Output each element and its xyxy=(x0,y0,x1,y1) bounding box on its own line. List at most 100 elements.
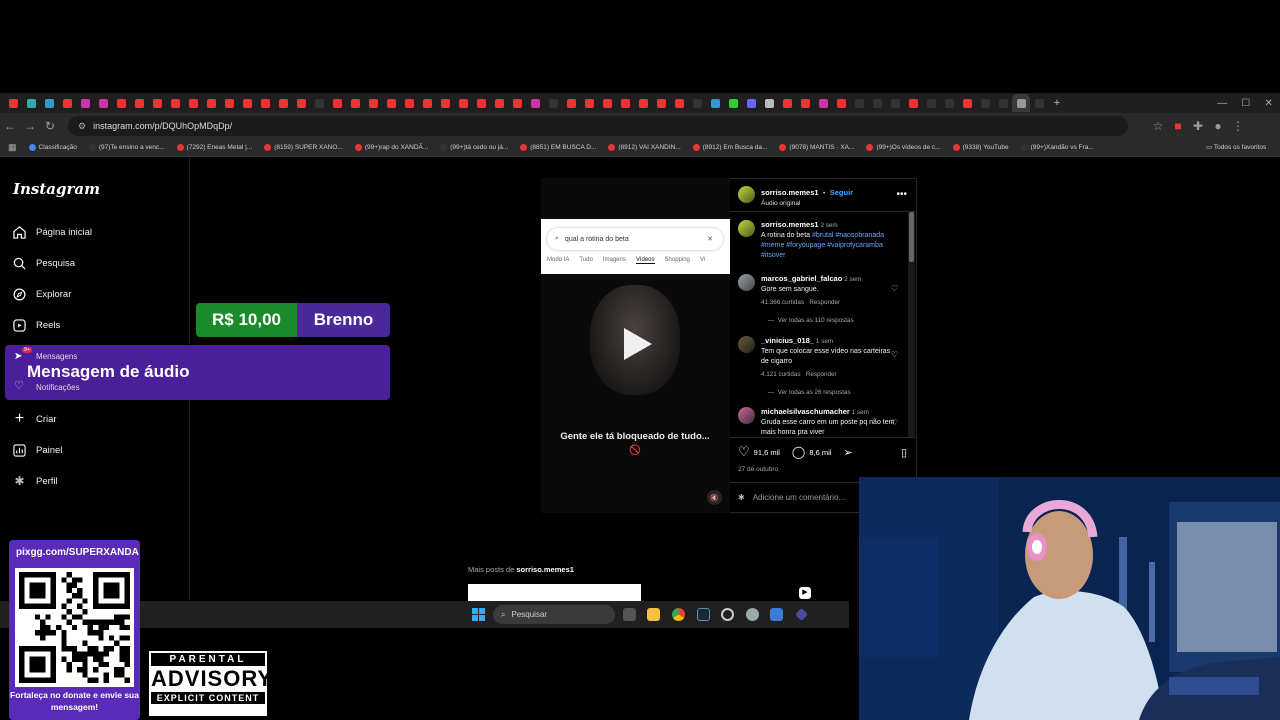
browser-tab[interactable] xyxy=(22,94,40,112)
avatar[interactable] xyxy=(738,407,755,424)
bookmark-item[interactable]: (8912) VAI XANDIN... xyxy=(608,144,681,151)
new-tab-button[interactable]: + xyxy=(1048,94,1066,112)
share-icon[interactable]: ➢ xyxy=(843,446,852,459)
browser-tab[interactable] xyxy=(1030,94,1048,112)
messages-icon[interactable]: ➤ xyxy=(14,351,22,362)
comment-username[interactable]: marcos_gabriel_falcao xyxy=(761,274,842,283)
bookmark-item[interactable]: (99+)rap do XANDÃ... xyxy=(354,144,428,151)
bookmark-item[interactable]: (8851) EM BUSCA D... xyxy=(520,144,596,151)
chrome-icon[interactable] xyxy=(672,608,685,621)
heart-icon[interactable]: ♡ xyxy=(891,418,898,427)
browser-tab[interactable] xyxy=(94,94,112,112)
browser-tab[interactable] xyxy=(796,94,814,112)
browser-tab[interactable] xyxy=(418,94,436,112)
heart-icon[interactable]: ♡ xyxy=(14,379,24,392)
browser-tab[interactable] xyxy=(922,94,940,112)
bookmark-item[interactable]: (8912) Em Busca da... xyxy=(692,144,767,151)
nav-create[interactable]: + Criar xyxy=(12,410,57,428)
app-icon[interactable] xyxy=(770,608,783,621)
browser-tab[interactable] xyxy=(526,94,544,112)
comment-icon[interactable]: ◯ xyxy=(792,445,805,459)
avatar[interactable] xyxy=(738,274,755,291)
avatar[interactable] xyxy=(738,220,755,237)
browser-tab[interactable] xyxy=(382,94,400,112)
browser-tab[interactable] xyxy=(454,94,472,112)
view-replies-button[interactable]: — Ver todas as 110 respostas xyxy=(768,317,854,324)
folder-icon[interactable] xyxy=(647,608,660,621)
close-window-icon[interactable]: ✕ xyxy=(1264,98,1272,109)
nav-profile[interactable]: ✱ Perfil xyxy=(12,472,57,490)
avatar[interactable] xyxy=(738,186,755,203)
browser-tab[interactable] xyxy=(940,94,958,112)
browser-tab[interactable] xyxy=(670,94,688,112)
browser-tab[interactable] xyxy=(472,94,490,112)
browser-tab[interactable] xyxy=(274,94,292,112)
settings-icon[interactable] xyxy=(746,608,759,621)
more-posts-user[interactable]: sorriso.memes1 xyxy=(516,565,574,574)
nav-notifications-label[interactable]: Notificações xyxy=(36,383,80,392)
browser-tab[interactable] xyxy=(724,94,742,112)
forward-icon[interactable]: → xyxy=(20,119,40,133)
add-comment-input[interactable]: Adicione um comentário... xyxy=(753,493,846,502)
bookmark-item[interactable]: (97)Te ensino a venc... xyxy=(88,144,165,151)
browser-tab[interactable] xyxy=(904,94,922,112)
save-icon[interactable]: ▯ xyxy=(901,446,907,459)
bookmark-star-icon[interactable]: ☆ xyxy=(1148,119,1168,133)
browser-tab[interactable] xyxy=(184,94,202,112)
browser-tab[interactable] xyxy=(760,94,778,112)
browser-tab[interactable] xyxy=(868,94,886,112)
maximize-icon[interactable]: ☐ xyxy=(1241,98,1250,109)
extensions-puzzle-icon[interactable]: ✚ xyxy=(1188,119,1208,133)
browser-tab[interactable] xyxy=(994,94,1012,112)
app-icon[interactable] xyxy=(795,608,808,621)
bookmark-item[interactable]: (9078) MANTIS · XA... xyxy=(779,144,854,151)
browser-tab[interactable] xyxy=(958,94,976,112)
browser-tab[interactable] xyxy=(148,94,166,112)
browser-tab[interactable] xyxy=(490,94,508,112)
comment-username[interactable]: michaelsilvaschumacher xyxy=(761,407,850,416)
browser-tab[interactable] xyxy=(778,94,796,112)
instagram-logo[interactable]: Instagram xyxy=(13,180,100,198)
comment-username[interactable]: sorriso.memes1 xyxy=(761,220,819,229)
nav-home[interactable]: Página inicial xyxy=(12,223,92,241)
comment-likes[interactable]: 41.366 curtidas xyxy=(761,299,804,306)
reply-button[interactable]: Responder xyxy=(809,299,840,306)
browser-tab[interactable] xyxy=(616,94,634,112)
browser-tab[interactable] xyxy=(4,94,22,112)
heart-icon[interactable]: ♡ xyxy=(891,284,898,293)
taskbar-search-input[interactable]: ⌕ Pesquisar xyxy=(493,605,615,624)
browser-tab[interactable] xyxy=(310,94,328,112)
nav-messages-label[interactable]: Mensagens xyxy=(36,352,77,361)
view-replies-button[interactable]: — Ver todas as 26 respostas xyxy=(768,389,851,396)
comment-username[interactable]: _vinicius_018_ xyxy=(761,336,814,345)
menu-icon[interactable]: ⋮ xyxy=(1228,119,1248,133)
browser-tab[interactable] xyxy=(814,94,832,112)
bookmark-item[interactable]: (99+)Xandão vs Fra... xyxy=(1020,144,1094,151)
browser-tab[interactable] xyxy=(328,94,346,112)
comments-scrollbar[interactable] xyxy=(908,212,915,437)
heart-icon[interactable]: ♡ xyxy=(891,350,898,359)
bookmark-item[interactable]: (9338) YouTube xyxy=(952,144,1009,151)
browser-tab[interactable] xyxy=(652,94,670,112)
browser-tab[interactable] xyxy=(544,94,562,112)
nav-dashboard[interactable]: Painel xyxy=(12,441,62,459)
app-icon[interactable] xyxy=(721,608,734,621)
browser-tab[interactable] xyxy=(598,94,616,112)
bookmark-item[interactable]: (7292) Eneas Metal |... xyxy=(176,144,252,151)
task-view-icon[interactable] xyxy=(623,608,636,621)
browser-tab[interactable] xyxy=(688,94,706,112)
browser-tab[interactable] xyxy=(832,94,850,112)
browser-tab[interactable] xyxy=(400,94,418,112)
browser-tab[interactable] xyxy=(742,94,760,112)
apps-grid-icon[interactable]: ▦ xyxy=(8,142,17,153)
browser-tab[interactable] xyxy=(634,94,652,112)
mute-icon[interactable]: 🔇 xyxy=(707,490,722,505)
steam-icon[interactable] xyxy=(697,608,710,621)
browser-tab[interactable] xyxy=(130,94,148,112)
nav-explore[interactable]: Explorar xyxy=(12,285,71,303)
profile-avatar-icon[interactable]: ● xyxy=(1208,119,1228,133)
browser-tab[interactable] xyxy=(436,94,454,112)
browser-tab[interactable] xyxy=(292,94,310,112)
browser-tab[interactable] xyxy=(580,94,598,112)
comment-likes[interactable]: 4.121 curtidas xyxy=(761,371,801,378)
